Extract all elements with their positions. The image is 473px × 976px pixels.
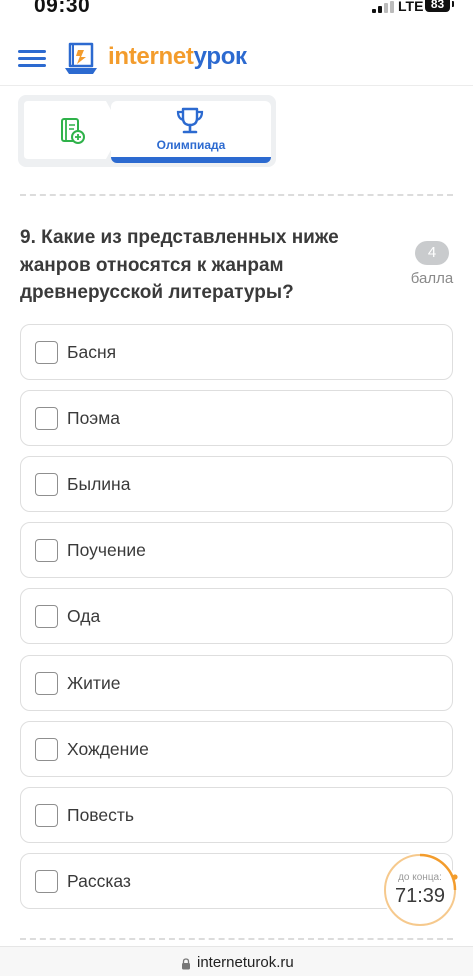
answer-option-label: Поучение	[67, 540, 146, 560]
question-text: 9. Какие из представленных ниже жанров о…	[20, 227, 339, 303]
answer-option-label: Хождение	[67, 739, 149, 759]
answer-option[interactable]: Житие	[20, 655, 453, 711]
divider-bottom	[20, 938, 453, 940]
step-olympiad[interactable]: Олимпиада	[111, 101, 271, 163]
progress-steps: Олимпиада	[18, 95, 276, 167]
points-label: балла	[410, 270, 454, 287]
answer-option-label: Поэма	[67, 408, 121, 428]
textbook-plus-icon	[58, 117, 86, 145]
checkbox[interactable]	[35, 341, 58, 364]
checkbox[interactable]	[35, 738, 58, 761]
network-type: LTE	[398, 0, 424, 14]
answer-option-label: Житие	[67, 673, 121, 693]
checkbox[interactable]	[35, 672, 58, 695]
answer-option[interactable]: Хождение	[20, 721, 453, 777]
status-bar: 09:30 LTE 83	[0, 0, 473, 22]
answer-option[interactable]: Поэма	[20, 390, 453, 446]
logo-text-internet: internet	[108, 43, 194, 70]
answer-option[interactable]: Ода	[20, 588, 453, 644]
points-badge: 4	[415, 241, 449, 265]
answer-option[interactable]: Былина	[20, 456, 453, 512]
trophy-icon	[175, 106, 205, 136]
browser-url-bar[interactable]: interneturok.ru	[0, 946, 473, 976]
answer-option-label: Рассказ	[67, 871, 131, 891]
answer-option[interactable]: Поучение	[20, 522, 453, 578]
answer-option-label: Ода	[67, 606, 101, 626]
answer-option[interactable]: Повесть	[20, 787, 453, 843]
answer-option[interactable]: Басня	[20, 324, 453, 380]
app-header: internetурок	[0, 26, 473, 86]
logo-text-urok: урок	[193, 43, 247, 70]
answer-option-label: Былина	[67, 474, 131, 494]
signal-icon	[372, 1, 394, 13]
checkbox[interactable]	[35, 804, 58, 827]
lock-icon	[181, 957, 191, 970]
step-olympiad-label: Олимпиада	[156, 138, 226, 152]
checkbox[interactable]	[35, 407, 58, 430]
checkbox[interactable]	[35, 539, 58, 562]
book-laptop-icon[interactable]	[62, 40, 100, 78]
brand-logo[interactable]: internetурок	[108, 43, 247, 71]
answer-option-label: Повесть	[67, 805, 135, 825]
battery-icon: 83	[425, 0, 454, 12]
checkbox[interactable]	[35, 870, 58, 893]
url-text: interneturok.ru	[197, 954, 294, 971]
timer-value: 71:39	[394, 885, 446, 907]
step-materials[interactable]	[24, 101, 122, 159]
checkbox[interactable]	[35, 473, 58, 496]
answer-option-label: Басня	[67, 342, 117, 362]
status-time: 09:30	[34, 0, 91, 17]
hamburger-icon[interactable]	[18, 50, 46, 68]
countdown-timer: до конца: 71:39	[382, 852, 458, 928]
divider-top	[20, 194, 453, 196]
timer-caption: до конца:	[398, 872, 442, 883]
checkbox[interactable]	[35, 605, 58, 628]
